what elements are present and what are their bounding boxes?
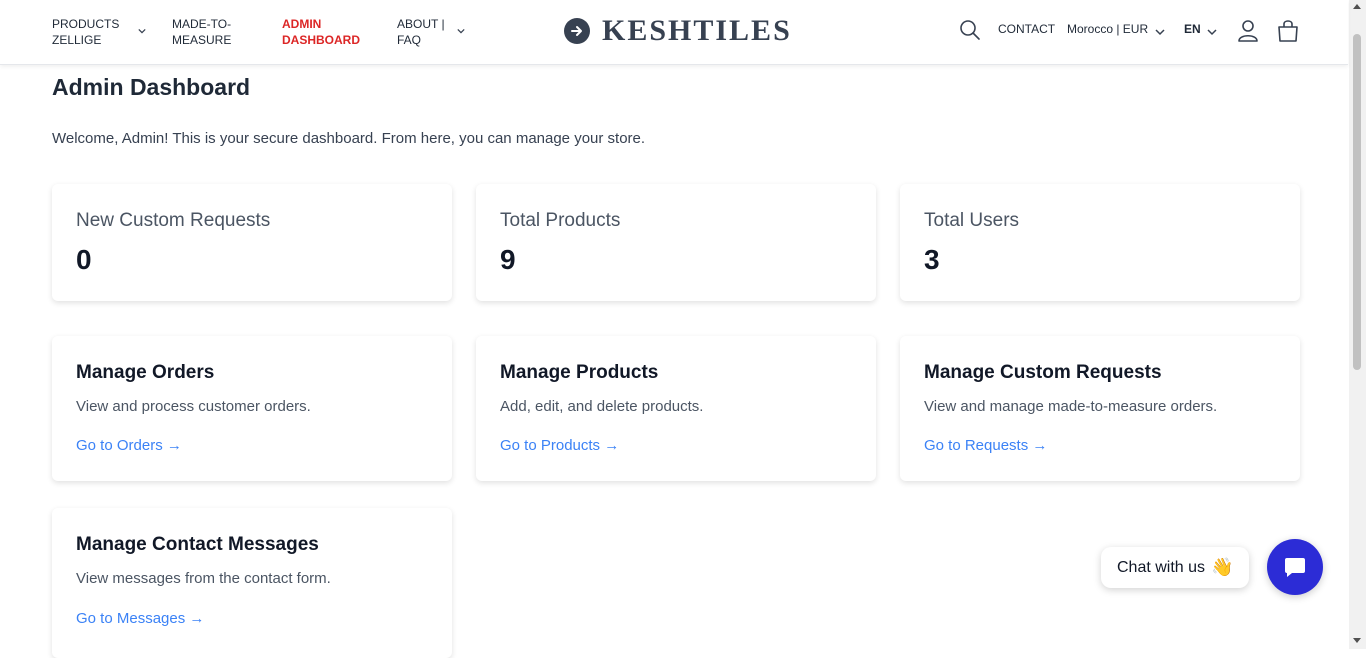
- logo-text: KESHTILES: [602, 14, 792, 47]
- scroll-up-arrow-icon[interactable]: [1353, 4, 1361, 9]
- region-currency-label: Morocco | EUR: [1067, 22, 1149, 36]
- nav-products-zellige[interactable]: PRODUCTS ZELLIGE: [52, 16, 122, 48]
- card-title: Manage Contact Messages: [76, 534, 319, 555]
- stat-card-total-users: Total Users 3: [900, 184, 1300, 301]
- welcome-message: Welcome, Admin! This is your secure dash…: [52, 130, 646, 147]
- go-to-messages-link[interactable]: Go to Messages →: [76, 610, 204, 627]
- manage-orders-card: Manage Orders View and process customer …: [52, 336, 452, 481]
- contact-link[interactable]: CONTACT: [998, 22, 1055, 36]
- site-header: PRODUCTS ZELLIGE MADE-TO-MEASURE ADMIN D…: [0, 0, 1348, 65]
- go-to-orders-link[interactable]: Go to Orders →: [76, 437, 182, 454]
- language-selector[interactable]: EN: [1184, 22, 1201, 36]
- card-title: Manage Custom Requests: [924, 362, 1162, 383]
- stat-label: Total Users: [924, 210, 1020, 231]
- shopping-bag-icon[interactable]: [1277, 19, 1299, 43]
- language-label: EN: [1184, 22, 1201, 36]
- chat-open-button[interactable]: [1267, 539, 1323, 595]
- go-to-products-link[interactable]: Go to Products →: [500, 437, 619, 454]
- manage-products-card: Manage Products Add, edit, and delete pr…: [476, 336, 876, 481]
- nav-products-zellige-label: PRODUCTS ZELLIGE: [52, 17, 120, 47]
- nav-made-to-measure-label: MADE-TO-MEASURE: [172, 17, 232, 47]
- chevron-down-icon[interactable]: [1155, 27, 1165, 37]
- chevron-down-icon[interactable]: [138, 27, 146, 35]
- go-to-requests-link[interactable]: Go to Requests →: [924, 437, 1047, 454]
- chevron-down-icon[interactable]: [457, 27, 465, 35]
- chevron-down-icon[interactable]: [1207, 27, 1217, 37]
- nav-about-faq-label: ABOUT | FAQ: [397, 17, 445, 47]
- search-icon[interactable]: [959, 19, 981, 41]
- card-title: Manage Orders: [76, 362, 215, 383]
- stat-label: New Custom Requests: [76, 210, 271, 231]
- user-account-icon[interactable]: [1237, 19, 1259, 43]
- nav-admin-dashboard[interactable]: ADMIN DASHBOARD: [282, 16, 360, 48]
- page-title: Admin Dashboard: [52, 74, 251, 100]
- chat-with-us-bubble[interactable]: Chat with us 👋: [1101, 547, 1250, 588]
- waving-hand-icon: 👋: [1211, 557, 1234, 577]
- card-description: View and manage made-to-measure orders.: [924, 398, 1218, 415]
- manage-contact-messages-card: Manage Contact Messages View messages fr…: [52, 508, 452, 658]
- card-description: Add, edit, and delete products.: [500, 398, 704, 415]
- card-description: View messages from the contact form.: [76, 570, 331, 587]
- manage-custom-requests-card: Manage Custom Requests View and manage m…: [900, 336, 1300, 481]
- chat-label: Chat with us: [1117, 558, 1206, 576]
- nav-made-to-measure[interactable]: MADE-TO-MEASURE: [172, 16, 242, 48]
- scrollbar-thumb[interactable]: [1353, 34, 1361, 370]
- logo-mark-icon: [564, 18, 590, 44]
- stat-value: 0: [76, 244, 92, 275]
- stat-card-total-products: Total Products 9: [476, 184, 876, 301]
- card-title: Manage Products: [500, 362, 659, 383]
- nav-about-faq[interactable]: ABOUT | FAQ: [397, 16, 452, 48]
- site-logo[interactable]: KESHTILES: [564, 14, 792, 48]
- scroll-down-arrow-icon[interactable]: [1353, 638, 1361, 643]
- region-currency-selector[interactable]: Morocco | EUR: [1067, 22, 1148, 36]
- chat-message-icon: [1285, 558, 1305, 577]
- page-scrollbar[interactable]: [1349, 0, 1366, 649]
- stat-label: Total Products: [500, 210, 621, 231]
- stat-value: 9: [500, 244, 516, 275]
- card-description: View and process customer orders.: [76, 398, 311, 415]
- stat-card-new-custom-requests: New Custom Requests 0: [52, 184, 452, 301]
- stat-value: 3: [924, 244, 940, 275]
- nav-admin-dashboard-label: ADMIN DASHBOARD: [282, 17, 360, 47]
